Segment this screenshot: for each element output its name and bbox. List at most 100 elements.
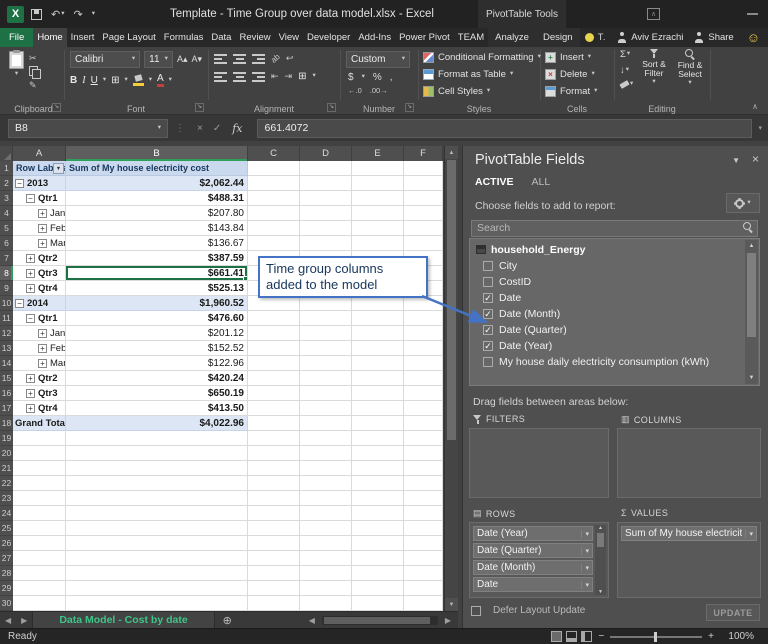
expand-toggle-icon[interactable]: + — [38, 239, 47, 248]
sheet-nav-left-icon[interactable]: ◀ — [0, 616, 16, 625]
defer-checkbox[interactable] — [471, 606, 481, 616]
field-item[interactable]: My house daily electricity consumption (… — [473, 354, 743, 370]
insert-function-icon[interactable]: fx — [232, 122, 242, 135]
row-header-7[interactable]: 7 — [0, 251, 13, 266]
cell-A23[interactable] — [13, 491, 66, 506]
expand-toggle-icon[interactable]: + — [26, 284, 35, 293]
sheet-nav-right-icon[interactable]: ▶ — [16, 616, 32, 625]
save-icon[interactable] — [31, 9, 42, 20]
field-dropdown-arrow[interactable]: ▾ — [581, 581, 589, 589]
page-layout-view-icon[interactable] — [566, 631, 577, 642]
cell-A20[interactable] — [13, 446, 66, 461]
enter-icon[interactable]: ✓ — [213, 123, 221, 134]
expand-toggle-icon[interactable]: − — [26, 194, 35, 203]
redo-icon[interactable]: ↷ — [73, 8, 82, 21]
zoom-slider[interactable] — [610, 636, 702, 638]
row-header-22[interactable]: 22 — [0, 476, 13, 491]
horizontal-scroll-thumb[interactable] — [324, 617, 430, 624]
rows-scroll-thumb[interactable] — [597, 533, 604, 547]
cell-E24[interactable] — [352, 506, 404, 521]
cell-D17[interactable] — [300, 401, 352, 416]
cell-D28[interactable] — [300, 566, 352, 581]
cell-F25[interactable] — [404, 521, 443, 536]
cell-F23[interactable] — [404, 491, 443, 506]
cell-E16[interactable] — [352, 386, 404, 401]
list-scroll-up-icon[interactable]: ▲ — [749, 240, 755, 252]
row-header-20[interactable]: 20 — [0, 446, 13, 461]
pivot-value-cell[interactable]: $525.13 — [66, 281, 248, 296]
pivot-label-cell[interactable]: −Qtr1 — [13, 191, 66, 206]
pivot-header-values[interactable]: Sum of My house electricity cost — [66, 161, 248, 176]
cell-B20[interactable] — [66, 446, 248, 461]
list-scroll-thumb[interactable] — [747, 253, 756, 337]
expand-toggle-icon[interactable]: + — [38, 344, 47, 353]
cell-F6[interactable] — [404, 236, 443, 251]
filters-drop-area[interactable] — [469, 428, 609, 498]
decrease-decimal-icon[interactable]: .00→ — [370, 86, 388, 95]
cell-D24[interactable] — [300, 506, 352, 521]
cell-F22[interactable] — [404, 476, 443, 491]
fields-search-input[interactable] — [471, 220, 758, 237]
field-checkbox[interactable] — [483, 357, 493, 367]
row-header-15[interactable]: 15 — [0, 371, 13, 386]
pane-close-icon[interactable]: × — [752, 152, 759, 166]
cell-C13[interactable] — [248, 341, 300, 356]
pivot-value-cell[interactable]: $2,062.44 — [66, 176, 248, 191]
cell-E21[interactable] — [352, 461, 404, 476]
number-dialog-launcher[interactable]: ↘ — [405, 103, 414, 112]
pivot-value-cell[interactable]: $152.52 — [66, 341, 248, 356]
zoom-out-icon[interactable]: − — [592, 631, 610, 642]
tab-review[interactable]: Review — [235, 28, 274, 47]
cell-A21[interactable] — [13, 461, 66, 476]
update-button[interactable]: UPDATE — [706, 604, 760, 621]
cell-F21[interactable] — [404, 461, 443, 476]
cell-C20[interactable] — [248, 446, 300, 461]
pivot-value-cell[interactable]: $1,960.52 — [66, 296, 248, 311]
cell-C28[interactable] — [248, 566, 300, 581]
horizontal-scrollbar[interactable]: ◀ ▶ — [304, 612, 458, 628]
expand-toggle-icon[interactable]: − — [26, 314, 35, 323]
pivot-value-cell[interactable]: $488.31 — [66, 191, 248, 206]
cell-D2[interactable] — [300, 176, 352, 191]
cell-F15[interactable] — [404, 371, 443, 386]
cell-C19[interactable] — [248, 431, 300, 446]
autosum-button[interactable]: Σ▾ — [620, 49, 636, 60]
share-button[interactable]: Share — [688, 28, 738, 47]
name-box-splitter[interactable]: ⋮ — [175, 123, 185, 134]
cell-C27[interactable] — [248, 551, 300, 566]
cell-D15[interactable] — [300, 371, 352, 386]
column-header-b[interactable]: B — [66, 146, 248, 161]
rows-scroll-up-icon[interactable]: ▲ — [598, 525, 603, 531]
field-dropdown-arrow[interactable]: ▾ — [581, 547, 589, 555]
row-header-2[interactable]: 2 — [0, 176, 13, 191]
cell-D3[interactable] — [300, 191, 352, 206]
vertical-scroll-thumb[interactable] — [447, 160, 456, 440]
cell-C4[interactable] — [248, 206, 300, 221]
tab-design[interactable]: Design — [536, 28, 580, 47]
pivot-value-cell[interactable]: $661.41 — [66, 266, 248, 281]
vertical-scrollbar[interactable]: ▲ ▼ — [444, 146, 458, 611]
font-size-select[interactable]: 11▾ — [144, 51, 173, 68]
cell-D13[interactable] — [300, 341, 352, 356]
cell-E13[interactable] — [352, 341, 404, 356]
tab-file[interactable]: File — [0, 28, 33, 47]
expand-toggle-icon[interactable]: + — [38, 209, 47, 218]
column-header-f[interactable]: F — [404, 146, 443, 161]
tab-insert[interactable]: Insert — [67, 28, 99, 47]
pivot-label-cell[interactable]: +Qtr3 — [13, 386, 66, 401]
pivot-label-cell[interactable]: +Qtr4 — [13, 281, 66, 296]
cell-E5[interactable] — [352, 221, 404, 236]
pivot-header-row-labels[interactable]: Row Labels▼ — [13, 161, 66, 176]
tools-gear-button[interactable]: ▾ — [726, 193, 760, 213]
tab-home[interactable]: Home — [33, 28, 66, 47]
normal-view-icon[interactable] — [551, 631, 562, 642]
pivot-value-cell[interactable]: $207.80 — [66, 206, 248, 221]
fill-color-button[interactable] — [133, 75, 144, 86]
cell-D5[interactable] — [300, 221, 352, 236]
cell-C12[interactable] — [248, 326, 300, 341]
pivot-value-cell[interactable]: $476.60 — [66, 311, 248, 326]
cell-F19[interactable] — [404, 431, 443, 446]
cell-F10[interactable] — [404, 296, 443, 311]
cell-A28[interactable] — [13, 566, 66, 581]
area-field-button[interactable]: Date▾ — [473, 577, 593, 592]
